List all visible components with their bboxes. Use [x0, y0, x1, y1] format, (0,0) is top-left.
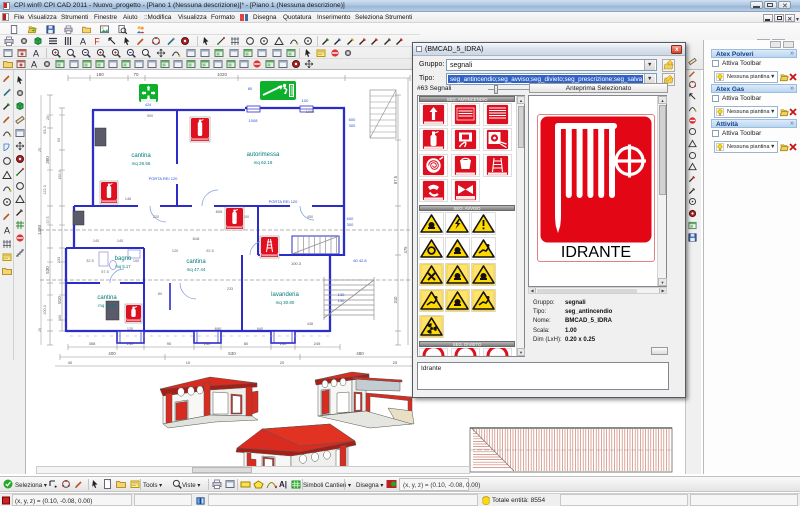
svg-text:600: 600	[347, 216, 354, 221]
svg-text:A: A	[3, 225, 9, 235]
svg-text:690: 690	[215, 326, 222, 331]
svg-text:cantina: cantina	[97, 295, 117, 301]
svg-text:autorimessa: autorimessa	[247, 152, 280, 158]
svg-text:810: 810	[57, 296, 62, 304]
svg-text:80: 80	[248, 86, 253, 91]
svg-text:mq 62.18: mq 62.18	[254, 160, 273, 165]
svg-text:600: 600	[349, 117, 356, 122]
svg-text:37.5: 37.5	[46, 217, 50, 224]
svg-text:20: 20	[38, 328, 42, 332]
svg-text:530: 530	[228, 351, 236, 356]
svg-text:F: F	[94, 37, 100, 47]
svg-text:140: 140	[93, 239, 99, 243]
svg-text:424: 424	[145, 103, 151, 107]
svg-text:40: 40	[68, 360, 73, 365]
svg-text:80: 80	[244, 341, 249, 346]
svg-text:cantina: cantina	[186, 259, 206, 265]
svg-text:530: 530	[45, 266, 50, 274]
svg-text:A: A	[79, 37, 85, 47]
svg-text:233: 233	[227, 287, 233, 291]
svg-text:mq 30.80: mq 30.80	[276, 300, 295, 305]
svg-text:25: 25	[393, 360, 398, 365]
svg-text:A: A	[33, 49, 39, 59]
svg-text:mq 5.17: mq 5.17	[115, 264, 131, 269]
svg-text:87.5: 87.5	[393, 175, 398, 184]
svg-text:1000: 1000	[306, 110, 314, 114]
svg-text:57.5: 57.5	[101, 270, 108, 274]
svg-text:120: 120	[172, 249, 178, 253]
svg-text:360: 360	[45, 156, 50, 164]
svg-text:180: 180	[96, 72, 104, 77]
svg-text:120: 120	[127, 327, 133, 331]
svg-text:480: 480	[356, 351, 364, 356]
svg-text:93: 93	[57, 138, 61, 142]
svg-text:mq 18.46: mq 18.46	[98, 303, 116, 308]
svg-text:PORTA REI 120: PORTA REI 120	[149, 176, 179, 181]
svg-text:100.3: 100.3	[291, 261, 302, 266]
svg-text:bagno: bagno	[115, 256, 132, 262]
svg-text:183.3: 183.3	[58, 171, 62, 180]
svg-text:PORTA REI 120: PORTA REI 120	[269, 199, 299, 204]
svg-text:70: 70	[133, 72, 139, 77]
svg-text:100.3: 100.3	[43, 305, 47, 315]
svg-text:mq 47.44: mq 47.44	[187, 267, 206, 272]
svg-text:32.5: 32.5	[86, 259, 93, 263]
svg-text:300: 300	[349, 123, 356, 128]
svg-text:100: 100	[133, 259, 139, 263]
svg-text:233: 233	[57, 257, 61, 263]
svg-text:80: 80	[158, 292, 162, 296]
svg-text:20: 20	[280, 360, 285, 365]
svg-text:100: 100	[302, 98, 309, 103]
svg-text:220: 220	[153, 215, 159, 219]
svg-text:100: 100	[58, 315, 62, 321]
svg-text:245: 245	[314, 341, 321, 346]
svg-text:358: 358	[89, 341, 96, 346]
svg-text:130: 130	[338, 292, 345, 297]
svg-text:605: 605	[216, 209, 223, 214]
svg-text:A: A	[31, 60, 37, 70]
svg-text:640: 640	[257, 327, 263, 331]
svg-text:1020: 1020	[217, 72, 228, 77]
svg-text:146: 146	[125, 197, 131, 201]
svg-text:25: 25	[38, 148, 42, 152]
svg-text:90: 90	[167, 341, 172, 346]
svg-text:20: 20	[46, 116, 50, 120]
svg-text:438: 438	[307, 322, 313, 326]
svg-text:450: 450	[307, 215, 313, 219]
svg-text:mq 26.56: mq 26.56	[132, 161, 151, 166]
svg-text:900: 900	[147, 114, 153, 118]
svg-text:92.5: 92.5	[206, 249, 213, 253]
svg-text:300: 300	[347, 222, 354, 227]
svg-text:1008: 1008	[249, 118, 259, 123]
svg-text:310: 310	[393, 296, 398, 304]
svg-text:616: 616	[193, 236, 200, 241]
svg-text:140: 140	[117, 239, 123, 243]
svg-text:10: 10	[186, 360, 191, 365]
svg-text:122.3: 122.3	[43, 185, 47, 195]
svg-text:475: 475	[403, 246, 408, 254]
svg-text:cantina: cantina	[131, 153, 151, 159]
svg-text:400: 400	[108, 351, 116, 356]
svg-text:lavanderia: lavanderia	[271, 292, 299, 298]
svg-text:60 42.8: 60 42.8	[353, 258, 367, 263]
svg-text:63.3: 63.3	[43, 126, 47, 133]
svg-text:130: 130	[338, 298, 345, 303]
